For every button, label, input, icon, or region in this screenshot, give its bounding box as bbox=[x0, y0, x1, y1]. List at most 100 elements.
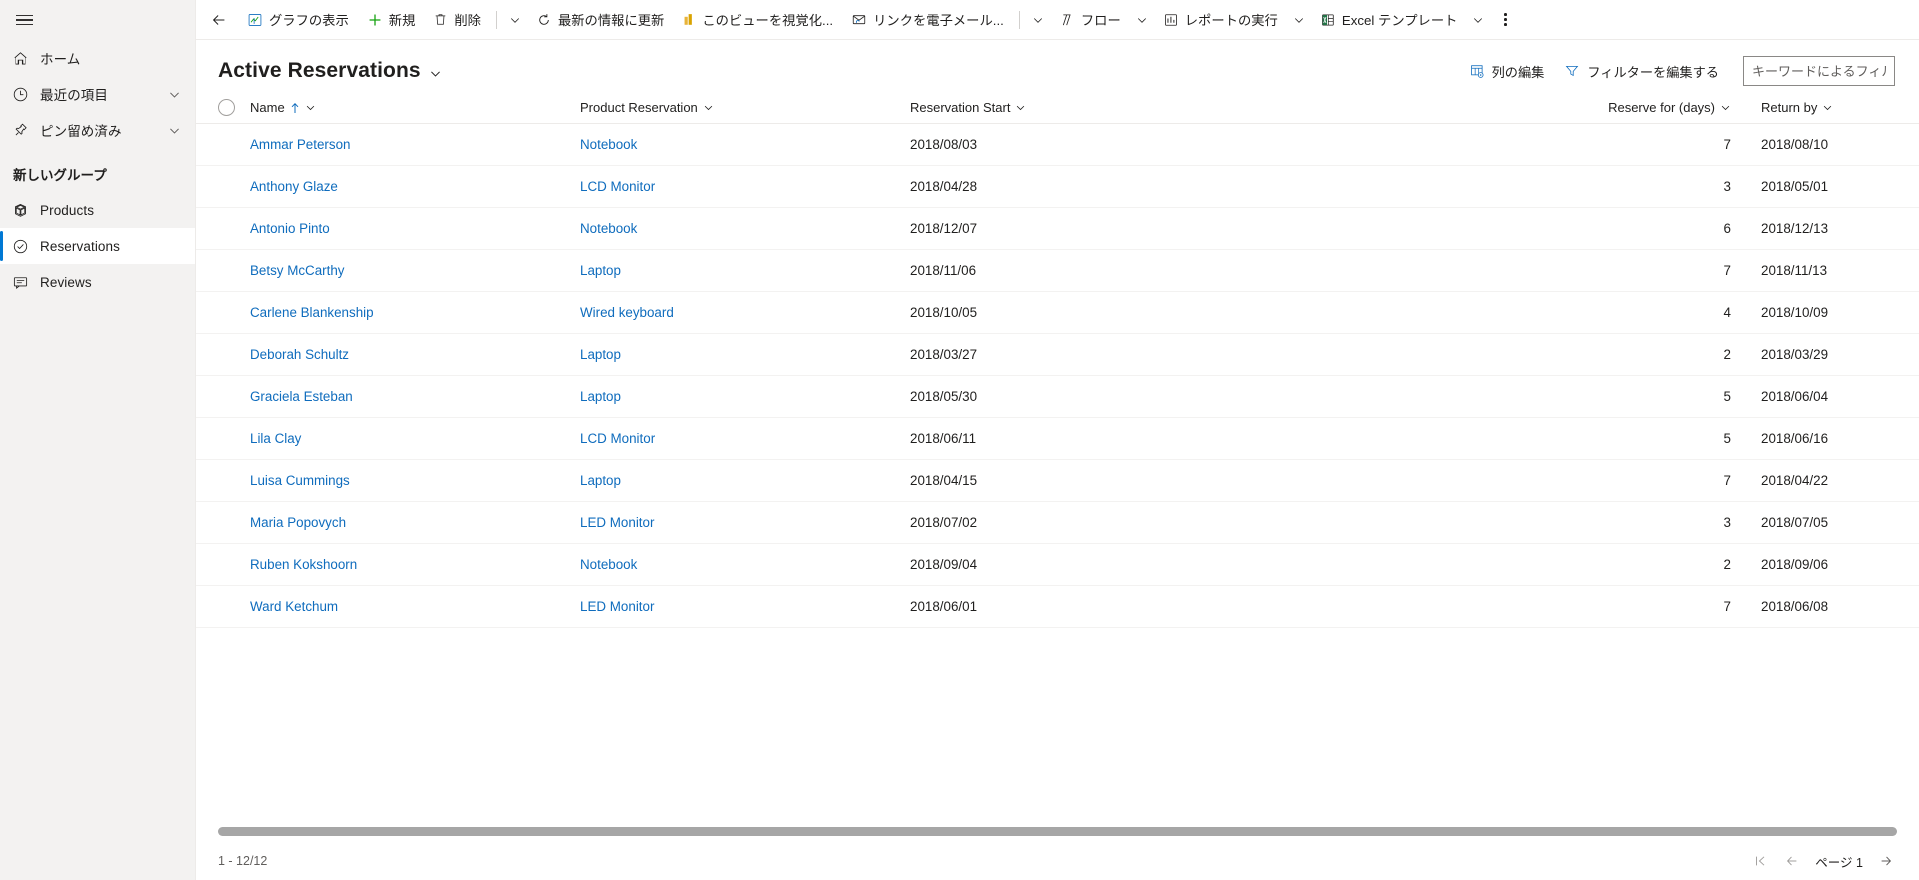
product-link[interactable]: Laptop bbox=[580, 263, 621, 278]
cell-product-reservation[interactable]: LED Monitor bbox=[580, 599, 910, 614]
column-header-reserve-for-days[interactable]: Reserve for (days) bbox=[1591, 100, 1739, 115]
product-link[interactable]: LCD Monitor bbox=[580, 179, 655, 194]
column-header-reservation-start[interactable]: Reservation Start bbox=[910, 100, 1591, 115]
cell-product-reservation[interactable]: Laptop bbox=[580, 389, 910, 404]
sidebar-item-reviews[interactable]: Reviews bbox=[0, 264, 195, 300]
hamburger-menu-icon[interactable] bbox=[0, 0, 48, 40]
delete-button[interactable]: 削除 bbox=[424, 0, 490, 39]
table-row[interactable]: Antonio Pinto Notebook 2018/12/07 6 2018/12/… bbox=[196, 208, 1919, 250]
name-link[interactable]: Ammar Peterson bbox=[250, 137, 350, 152]
cell-name[interactable]: Betsy McCarthy bbox=[250, 263, 580, 278]
horizontal-scrollbar[interactable] bbox=[196, 820, 1919, 842]
name-link[interactable]: Betsy McCarthy bbox=[250, 263, 345, 278]
cell-name[interactable]: Carlene Blankenship bbox=[250, 305, 580, 320]
chevron-down-icon[interactable] bbox=[429, 67, 442, 80]
scrollbar-thumb[interactable] bbox=[218, 826, 1897, 836]
new-button[interactable]: 新規 bbox=[358, 0, 425, 39]
cell-name[interactable]: Graciela Esteban bbox=[250, 389, 580, 404]
run-report-caret-icon[interactable] bbox=[1287, 0, 1311, 39]
product-link[interactable]: Notebook bbox=[580, 221, 637, 236]
product-link[interactable]: Laptop bbox=[580, 389, 621, 404]
table-row[interactable]: Maria Popovych LED Monitor 2018/07/02 3 2018… bbox=[196, 502, 1919, 544]
select-all-cell[interactable] bbox=[218, 99, 250, 116]
name-link[interactable]: Deborah Schultz bbox=[250, 347, 349, 362]
cell-name[interactable]: Ward Ketchum bbox=[250, 599, 580, 614]
edit-columns-button[interactable]: 列の編集 bbox=[1459, 55, 1555, 87]
chevron-down-icon[interactable] bbox=[1822, 102, 1833, 113]
product-link[interactable]: LED Monitor bbox=[580, 515, 654, 530]
sidebar-item-recent[interactable]: 最近の項目 bbox=[0, 76, 195, 112]
product-link[interactable]: Notebook bbox=[580, 557, 637, 572]
cell-product-reservation[interactable]: Wired keyboard bbox=[580, 305, 910, 320]
name-link[interactable]: Ruben Kokshoorn bbox=[250, 557, 357, 572]
view-selector[interactable]: Active Reservations bbox=[218, 59, 442, 83]
delete-caret-icon[interactable] bbox=[503, 0, 527, 39]
table-row[interactable]: Ward Ketchum LED Monitor 2018/06/01 7 2018/0… bbox=[196, 586, 1919, 628]
search-input[interactable] bbox=[1750, 62, 1888, 80]
sidebar-item-reservations[interactable]: Reservations bbox=[0, 228, 195, 264]
flow-caret-icon[interactable] bbox=[1130, 0, 1154, 39]
table-row[interactable]: Deborah Schultz Laptop 2018/03/27 2 2018/03/… bbox=[196, 334, 1919, 376]
cell-product-reservation[interactable]: Notebook bbox=[580, 557, 910, 572]
product-link[interactable]: Laptop bbox=[580, 347, 621, 362]
name-link[interactable]: Carlene Blankenship bbox=[250, 305, 374, 320]
cell-product-reservation[interactable]: Notebook bbox=[580, 221, 910, 236]
keyword-filter-box[interactable] bbox=[1743, 56, 1895, 86]
cell-product-reservation[interactable]: Notebook bbox=[580, 137, 910, 152]
name-link[interactable]: Luisa Cummings bbox=[250, 473, 350, 488]
name-link[interactable]: Anthony Glaze bbox=[250, 179, 338, 194]
cell-product-reservation[interactable]: Laptop bbox=[580, 473, 910, 488]
name-link[interactable]: Antonio Pinto bbox=[250, 221, 330, 236]
next-page-button[interactable] bbox=[1877, 852, 1895, 870]
overflow-menu-icon[interactable] bbox=[1490, 0, 1520, 39]
table-row[interactable]: Luisa Cummings Laptop 2018/04/15 7 2018/04/2… bbox=[196, 460, 1919, 502]
sidebar-item-products[interactable]: Products bbox=[0, 192, 195, 228]
name-link[interactable]: Maria Popovych bbox=[250, 515, 346, 530]
chevron-down-icon[interactable] bbox=[161, 88, 187, 101]
chevron-down-icon[interactable] bbox=[1015, 102, 1026, 113]
cell-product-reservation[interactable]: Laptop bbox=[580, 347, 910, 362]
cell-name[interactable]: Ruben Kokshoorn bbox=[250, 557, 580, 572]
table-row[interactable]: Carlene Blankenship Wired keyboard 2018/10… bbox=[196, 292, 1919, 334]
cell-name[interactable]: Maria Popovych bbox=[250, 515, 580, 530]
cell-name[interactable]: Lila Clay bbox=[250, 431, 580, 446]
back-arrow-icon[interactable] bbox=[200, 1, 238, 39]
edit-filters-button[interactable]: フィルターを編集する bbox=[1554, 55, 1729, 87]
table-row[interactable]: Graciela Esteban Laptop 2018/05/30 5 2018/06… bbox=[196, 376, 1919, 418]
column-header-product-reservation[interactable]: Product Reservation bbox=[580, 100, 910, 115]
sidebar-item-home[interactable]: ホーム bbox=[0, 40, 195, 76]
chevron-down-icon[interactable] bbox=[1720, 102, 1731, 113]
cell-product-reservation[interactable]: Laptop bbox=[580, 263, 910, 278]
table-row[interactable]: Ruben Kokshoorn Notebook 2018/09/04 2 2018/0… bbox=[196, 544, 1919, 586]
chevron-down-icon[interactable] bbox=[161, 124, 187, 137]
table-row[interactable]: Betsy McCarthy Laptop 2018/11/06 7 2018/11/1… bbox=[196, 250, 1919, 292]
email-link-button[interactable]: リンクを電子メール... bbox=[842, 0, 1013, 39]
product-link[interactable]: Notebook bbox=[580, 137, 637, 152]
cell-name[interactable]: Anthony Glaze bbox=[250, 179, 580, 194]
run-report-button[interactable]: レポートの実行 bbox=[1154, 0, 1287, 39]
cell-name[interactable]: Ammar Peterson bbox=[250, 137, 580, 152]
product-link[interactable]: Wired keyboard bbox=[580, 305, 674, 320]
table-row[interactable]: Ammar Peterson Notebook 2018/08/03 7 2018/08… bbox=[196, 124, 1919, 166]
product-link[interactable]: Laptop bbox=[580, 473, 621, 488]
flow-button[interactable]: フロー bbox=[1050, 0, 1130, 39]
name-link[interactable]: Ward Ketchum bbox=[250, 599, 338, 614]
visualize-view-button[interactable]: このビューを視覚化... bbox=[673, 0, 842, 39]
column-header-name[interactable]: Name bbox=[250, 100, 580, 115]
first-page-button[interactable] bbox=[1751, 852, 1769, 870]
column-header-return-by[interactable]: Return by bbox=[1739, 100, 1919, 115]
refresh-button[interactable]: 最新の情報に更新 bbox=[527, 0, 673, 39]
table-row[interactable]: Anthony Glaze LCD Monitor 2018/04/28 3 2018/… bbox=[196, 166, 1919, 208]
cell-name[interactable]: Luisa Cummings bbox=[250, 473, 580, 488]
product-link[interactable]: LED Monitor bbox=[580, 599, 654, 614]
previous-page-button[interactable] bbox=[1783, 852, 1801, 870]
excel-templates-button[interactable]: Excel テンプレート bbox=[1311, 0, 1467, 39]
chevron-down-icon[interactable] bbox=[703, 102, 714, 113]
cell-name[interactable]: Deborah Schultz bbox=[250, 347, 580, 362]
select-all-checkbox[interactable] bbox=[218, 99, 235, 116]
name-link[interactable]: Graciela Esteban bbox=[250, 389, 353, 404]
table-row[interactable]: Lila Clay LCD Monitor 2018/06/11 5 2018/06/1… bbox=[196, 418, 1919, 460]
cell-product-reservation[interactable]: LCD Monitor bbox=[580, 431, 910, 446]
cell-name[interactable]: Antonio Pinto bbox=[250, 221, 580, 236]
email-link-caret-icon[interactable] bbox=[1026, 0, 1050, 39]
